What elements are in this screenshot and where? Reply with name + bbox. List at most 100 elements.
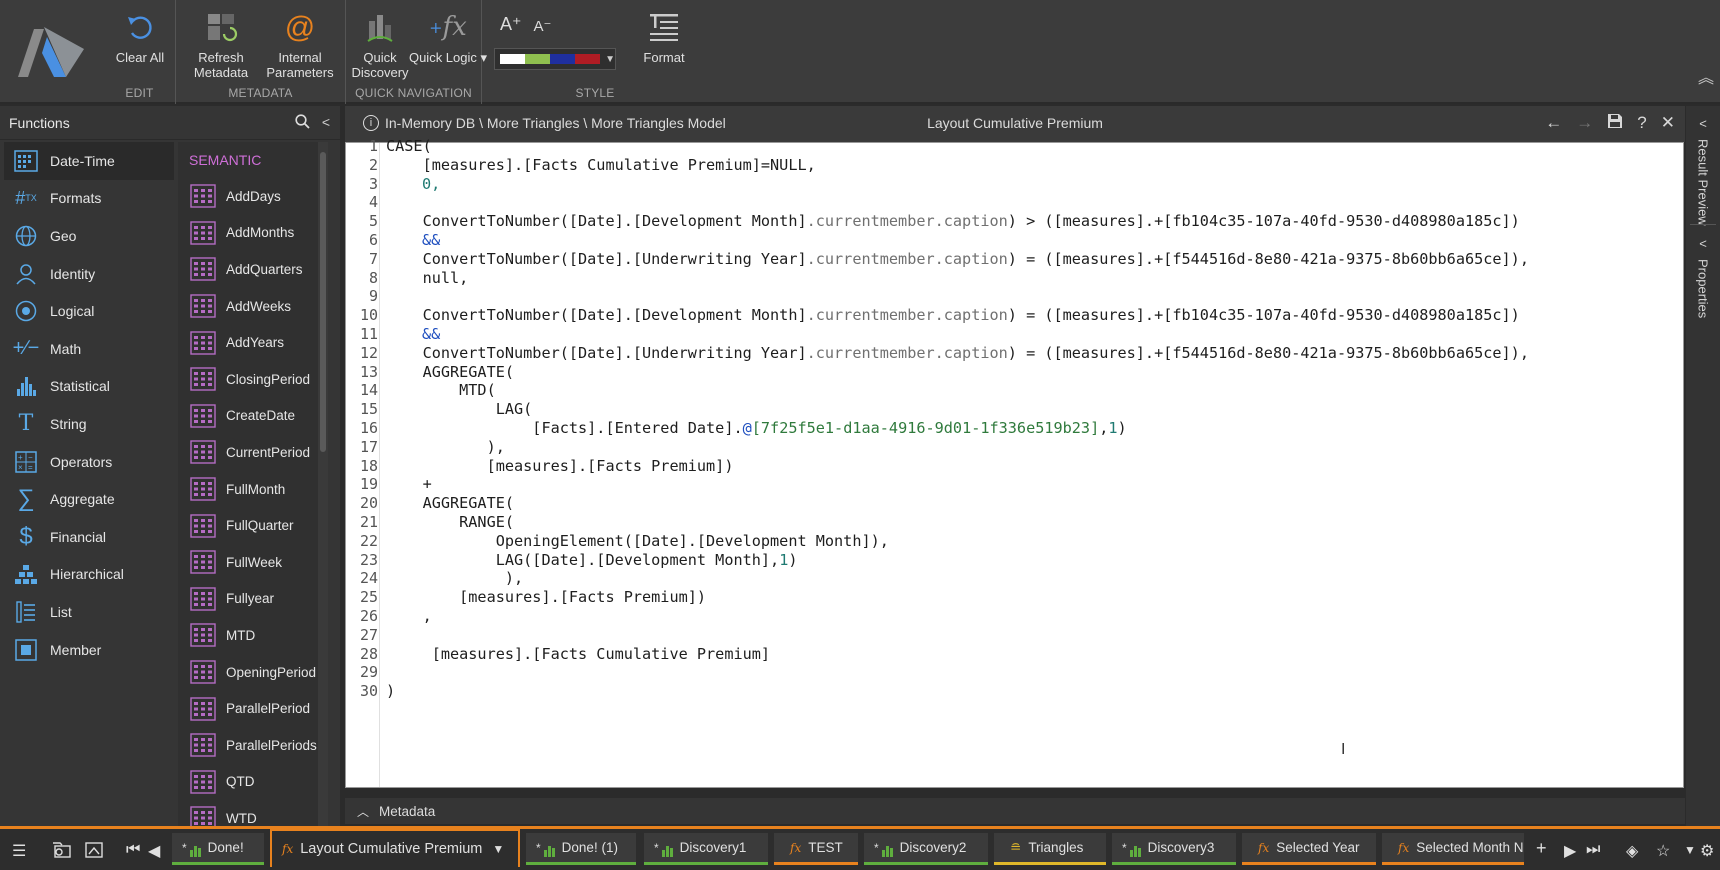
function-item[interactable]: AddYears: [178, 324, 328, 361]
function-item[interactable]: CurrentPeriod: [178, 434, 328, 471]
category-formats[interactable]: # TX Formats: [0, 180, 178, 218]
function-item[interactable]: ParallelPeriod: [178, 690, 328, 727]
category-aggregate[interactable]: ∑ Aggregate: [0, 480, 178, 518]
category-hierarchical[interactable]: Hierarchical: [0, 556, 178, 594]
category-statistical[interactable]: Statistical: [0, 368, 178, 406]
function-item[interactable]: MTD: [178, 617, 328, 654]
function-item[interactable]: AddWeeks: [178, 288, 328, 325]
category-geo[interactable]: Geo: [0, 217, 178, 255]
color-palette-dropdown[interactable]: ▼: [494, 48, 616, 70]
function-item[interactable]: ParallelPeriods: [178, 727, 328, 764]
format-button[interactable]: Format: [624, 4, 704, 65]
chevron-down-icon[interactable]: ▼: [1684, 843, 1696, 857]
function-item[interactable]: Fullyear: [178, 581, 328, 618]
function-item[interactable]: AddQuarters: [178, 251, 328, 288]
app-logo: [0, 0, 104, 104]
function-item[interactable]: WTD: [178, 800, 328, 826]
function-list-scrollbar[interactable]: [318, 142, 328, 826]
search-icon[interactable]: [295, 114, 310, 133]
result-preview-tab[interactable]: < Result Preview: [1686, 116, 1720, 226]
function-grid-icon: [190, 623, 216, 648]
previous-tab-icon[interactable]: ◀: [148, 841, 160, 861]
first-tab-icon[interactable]: ⏮: [126, 841, 140, 859]
line-number: 7: [368, 249, 378, 268]
tab-discovery3[interactable]: * Discovery3: [1112, 833, 1236, 865]
tab-discovery1[interactable]: * Discovery1: [644, 833, 768, 865]
category-identity[interactable]: Identity: [0, 255, 178, 293]
fx-icon: fx: [282, 842, 294, 856]
info-icon[interactable]: i: [363, 115, 379, 131]
decrease-font-size-icon[interactable]: A⁻: [534, 17, 552, 35]
category-math[interactable]: +∕− Math: [0, 330, 178, 368]
code-editor[interactable]: 1 2 3 4 5 6 7 8 9 10 11 12 13 14 15 16 17 18 19 20 21 22 23 24 2…: [345, 137, 1684, 788]
tab-triangles[interactable]: ≘ Triangles: [994, 833, 1106, 865]
function-item[interactable]: FullQuarter: [178, 507, 328, 544]
at-sign-icon: @: [284, 10, 316, 44]
increase-font-size-icon[interactable]: A⁺: [500, 14, 522, 35]
category-list[interactable]: List: [0, 593, 178, 631]
function-item[interactable]: AddDays: [178, 178, 328, 215]
hamburger-menu-icon[interactable]: ☰: [12, 841, 26, 861]
ribbon-toolbar: Clear All EDIT Refresh Metadata @ Intern…: [0, 0, 1720, 104]
line-number: 21: [359, 513, 378, 531]
function-grid-icon: [190, 367, 216, 391]
function-item[interactable]: FullMonth: [178, 471, 328, 508]
svg-text:+: +: [18, 453, 23, 462]
clear-all-button[interactable]: Clear All: [100, 4, 180, 65]
category-financial[interactable]: $ Financial: [0, 518, 178, 556]
screenshot-icon[interactable]: [84, 841, 104, 864]
collapse-ribbon-icon[interactable]: ︽: [1698, 64, 1714, 88]
code-line: &&: [422, 231, 441, 249]
tab-selected-year[interactable]: fx Selected Year: [1242, 833, 1376, 865]
function-item[interactable]: QTD: [178, 764, 328, 801]
last-tab-icon[interactable]: ⏭: [1586, 841, 1600, 859]
collapse-panel-icon[interactable]: <: [322, 114, 330, 133]
code-line: [measures].[Facts Premium]): [386, 588, 707, 607]
code-line: ConvertToNumber([Date].[Development Mont…: [386, 306, 1520, 325]
code-line: ): [386, 682, 396, 701]
category-string[interactable]: T String: [0, 405, 178, 443]
internal-parameters-button[interactable]: @ Internal Parameters: [260, 4, 340, 80]
dollar-icon: $: [19, 522, 33, 550]
next-tab-icon[interactable]: ▶: [1564, 841, 1576, 861]
function-item[interactable]: OpeningPeriod: [178, 654, 328, 691]
sigma-icon: ∑: [17, 485, 35, 513]
metadata-panel-toggle[interactable]: ︿ Metadata: [345, 798, 1685, 824]
save-icon[interactable]: [1607, 113, 1623, 134]
chevron-down-icon[interactable]: ▼: [492, 842, 504, 856]
tab-selected-month-number[interactable]: fx Selected Month Nu: [1382, 833, 1524, 865]
back-arrow-icon[interactable]: ←: [1545, 113, 1562, 134]
close-icon[interactable]: ✕: [1661, 113, 1675, 134]
tab-layout-cumulative-premium[interactable]: fx Layout Cumulative Premium ▼: [270, 829, 520, 867]
forward-arrow-icon[interactable]: →: [1576, 113, 1593, 134]
function-item[interactable]: CreateDate: [178, 398, 328, 435]
refresh-metadata-button[interactable]: Refresh Metadata: [181, 4, 261, 80]
tab-done-1[interactable]: * Done! (1): [526, 833, 636, 865]
tab-test[interactable]: fx TEST: [774, 833, 858, 865]
tab-discovery2[interactable]: * Discovery2: [864, 833, 988, 865]
line-number: 20: [359, 494, 378, 513]
function-item[interactable]: FullWeek: [178, 544, 328, 581]
add-tab-icon[interactable]: +: [1536, 838, 1547, 859]
category-date-time[interactable]: Date-Time: [4, 142, 174, 180]
code-line: ConvertToNumber([Date].[Underwriting Yea…: [386, 343, 1529, 362]
function-item[interactable]: AddMonths: [178, 215, 328, 252]
settings-icon[interactable]: ⚙: [1700, 841, 1714, 861]
category-operators[interactable]: + − × = Operators: [0, 443, 178, 481]
tab-done[interactable]: * Done!: [172, 833, 264, 865]
properties-tab[interactable]: < Properties: [1686, 236, 1720, 318]
quick-logic-button[interactable]: + fx Quick Logic ▾: [408, 4, 488, 66]
line-number: 2: [368, 155, 378, 174]
editor-header: i In-Memory DB \ More Triangles \ More T…: [345, 106, 1685, 142]
code-line: null,: [386, 268, 469, 287]
function-item[interactable]: ClosingPeriod: [178, 361, 328, 398]
help-icon[interactable]: ?: [1637, 113, 1646, 134]
ribbon-group-style: A⁺ A⁻ ▼ Format STYLE: [482, 0, 708, 104]
category-member[interactable]: Member: [0, 631, 178, 669]
layers-icon[interactable]: ◈: [1626, 841, 1638, 861]
category-logical[interactable]: Logical: [0, 292, 178, 330]
svg-text:×: ×: [18, 463, 23, 472]
pin-icon[interactable]: ☆: [1656, 841, 1670, 861]
open-folder-icon[interactable]: [52, 841, 72, 864]
code-line: [measures].[Facts Premium]): [386, 456, 734, 475]
